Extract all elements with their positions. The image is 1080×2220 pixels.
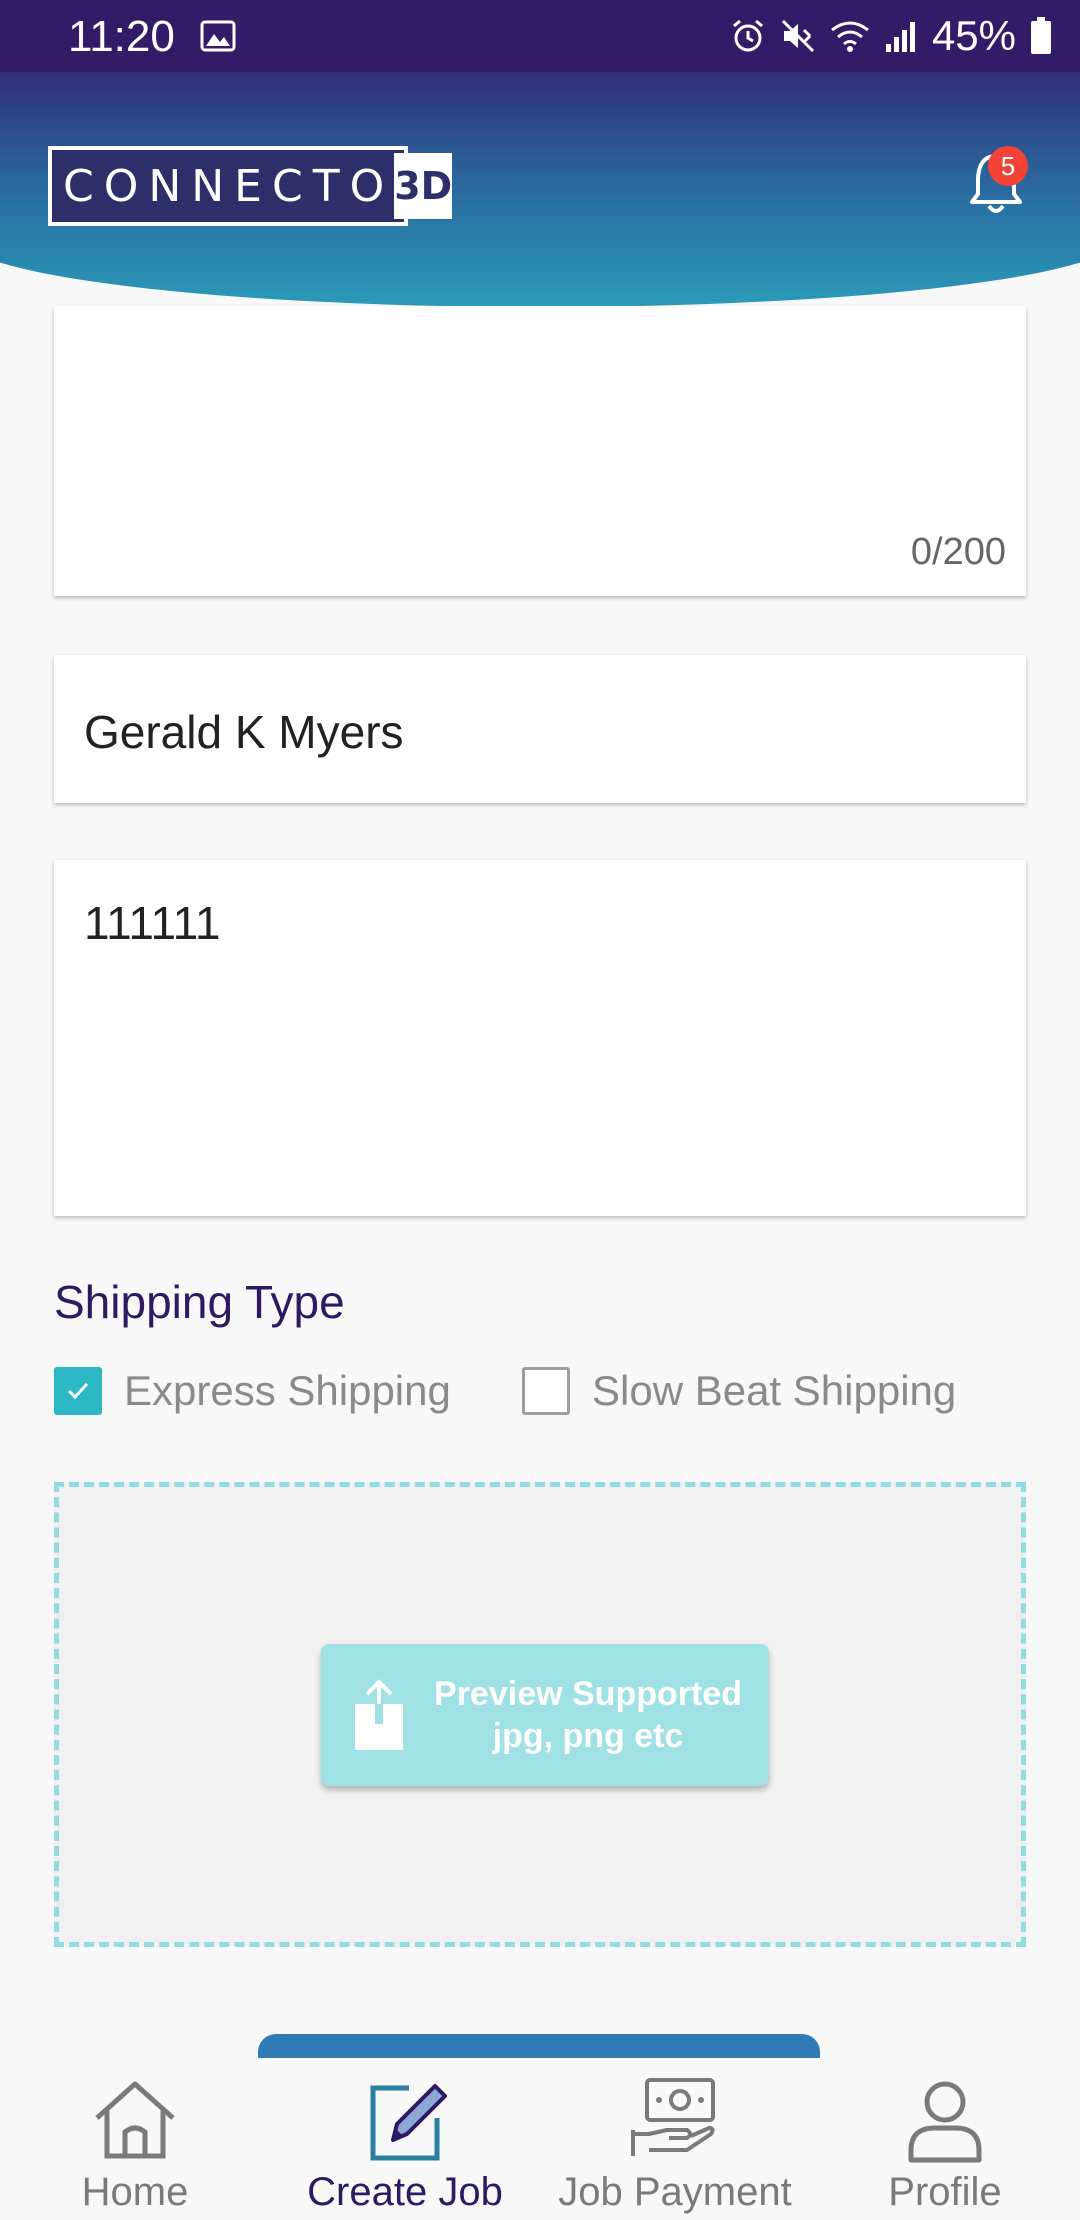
nav-job-payment-label: Job Payment xyxy=(558,2170,792,2214)
home-icon xyxy=(95,2081,175,2159)
address-field[interactable]: 111111 xyxy=(54,860,1026,1216)
nav-job-payment[interactable]: Job Payment xyxy=(540,2058,810,2220)
upload-dropzone[interactable]: Preview Supported jpg, png etc xyxy=(54,1482,1026,1947)
payment-icon xyxy=(631,2078,715,2156)
name-value: Gerald K Myers xyxy=(84,706,404,758)
logo-mark: 3D xyxy=(394,153,453,219)
image-notification-icon xyxy=(200,20,236,52)
nav-create-job-label: Create Job xyxy=(307,2170,503,2214)
upload-line2: jpg, png etc xyxy=(492,1717,684,1755)
nav-profile-label: Profile xyxy=(888,2170,1002,2214)
signal-icon xyxy=(885,22,915,52)
mute-icon xyxy=(781,19,814,53)
nav-create-job[interactable]: Create Job xyxy=(270,2058,540,2220)
description-textarea[interactable]: 0/200 xyxy=(54,306,1026,596)
express-shipping-option[interactable]: Express Shipping xyxy=(54,1366,451,1416)
battery-icon xyxy=(1031,17,1051,54)
profile-icon xyxy=(908,2081,982,2163)
slow-beat-shipping-checkbox[interactable] xyxy=(522,1367,570,1415)
name-field[interactable]: Gerald K Myers xyxy=(54,655,1026,803)
upload-text: Preview Supported jpg, png etc xyxy=(407,1673,769,1757)
address-value: 111111 xyxy=(84,897,221,949)
logo-text: CONNECTO xyxy=(63,160,395,212)
upload-line1: Preview Supported xyxy=(434,1675,742,1713)
notification-badge: 5 xyxy=(988,146,1028,186)
slow-beat-shipping-option[interactable]: Slow Beat Shipping xyxy=(522,1366,956,1416)
bottom-navigation: Home Create Job Job Payment Profile xyxy=(0,2058,1080,2220)
character-counter: 0/200 xyxy=(910,531,1006,573)
wifi-icon xyxy=(831,21,869,52)
alarm-icon xyxy=(732,19,763,52)
slow-beat-shipping-label: Slow Beat Shipping xyxy=(592,1367,957,1414)
nav-profile[interactable]: Profile xyxy=(810,2058,1080,2220)
shipping-type-title: Shipping Type xyxy=(54,1276,345,1328)
upload-icon xyxy=(355,1679,403,1750)
nav-home[interactable]: Home xyxy=(0,2058,270,2220)
status-time: 11:20 xyxy=(68,12,175,61)
upload-button[interactable]: Preview Supported jpg, png etc xyxy=(321,1644,769,1786)
express-shipping-label: Express Shipping xyxy=(124,1367,451,1414)
app-logo: CONNECTO 3D xyxy=(48,146,453,226)
battery-percentage: 45% xyxy=(931,12,1016,59)
check-icon xyxy=(67,1382,89,1400)
status-bar: 11:20 45% xyxy=(0,0,1080,72)
edit-icon xyxy=(370,2084,447,2161)
express-shipping-checkbox[interactable] xyxy=(54,1367,102,1415)
nav-home-label: Home xyxy=(81,2170,189,2214)
